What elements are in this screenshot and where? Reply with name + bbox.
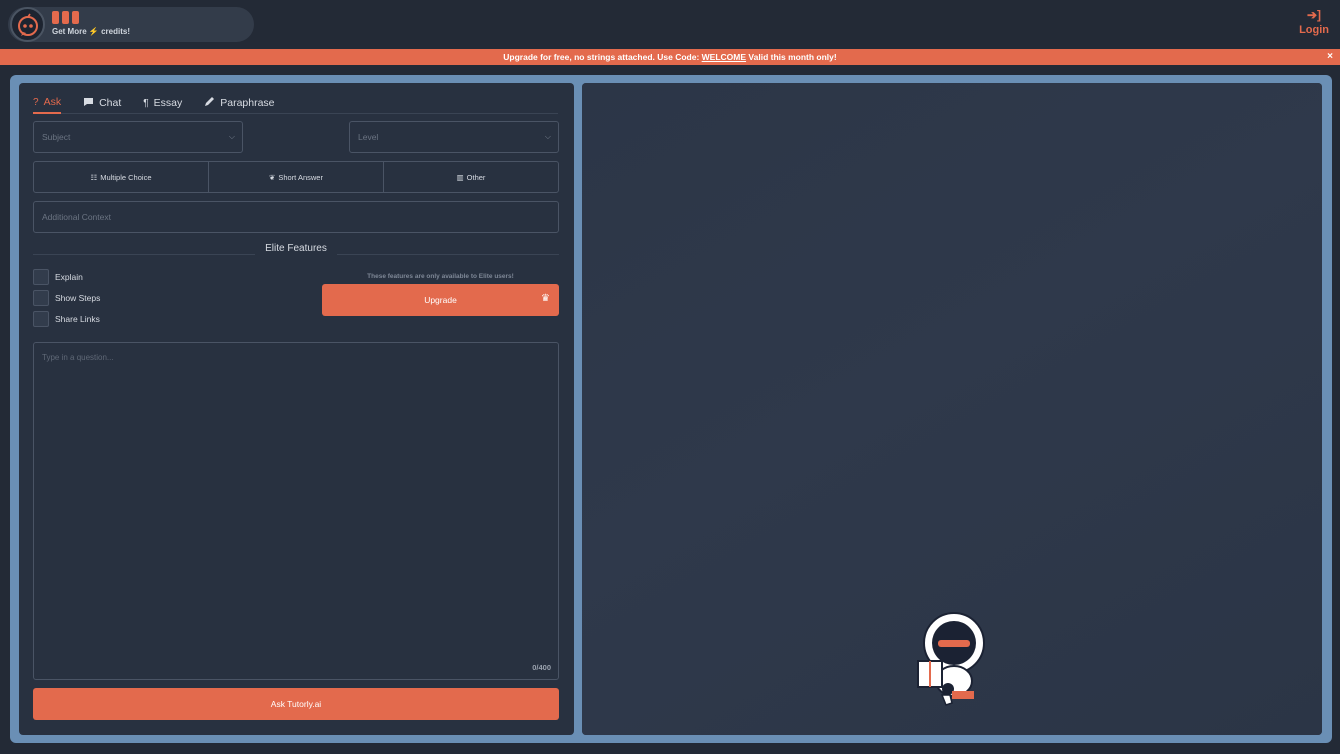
character-count: 0/400 (532, 663, 551, 672)
banner-text-before: Upgrade for free, no strings attached. U… (503, 52, 700, 62)
banner-text-after: Valid this month only! (748, 52, 837, 62)
login-label: Login (1299, 24, 1329, 36)
elite-features-title: Elite Features (265, 243, 327, 254)
books-icon: ▥ (456, 172, 464, 182)
level-placeholder: Level (358, 132, 379, 142)
list-icon: ☷ (90, 172, 98, 182)
additional-context-input[interactable]: Additional Context (33, 201, 559, 233)
tab-paraphrase[interactable]: Paraphrase (204, 92, 275, 114)
tab-essay[interactable]: ¶ Essay (143, 92, 182, 114)
banner-close-icon[interactable]: × (1327, 49, 1333, 65)
question-type-label: Multiple Choice (100, 172, 152, 182)
login-button[interactable]: ➔] Login (1299, 8, 1329, 37)
divider-line (33, 254, 255, 255)
pencil-icon (204, 96, 215, 110)
crown-icon: ♛ (541, 293, 550, 304)
tab-ask[interactable]: ? Ask (33, 92, 62, 114)
context-placeholder: Additional Context (42, 212, 111, 222)
option-label: Explain (55, 271, 83, 282)
short-answer-button[interactable]: ❦ Short Answer (208, 162, 383, 192)
paragraph-icon: ¶ (143, 97, 149, 109)
question-type-label: Other (466, 172, 486, 182)
credit-bar (52, 11, 59, 24)
upgrade-label: Upgrade (424, 295, 457, 305)
question-type-group: ☷ Multiple Choice ❦ Short Answer ▥ Other (33, 161, 559, 193)
question-type-label: Short Answer (278, 172, 323, 182)
chevron-down-icon: ⌵ (544, 132, 551, 141)
other-button[interactable]: ▥ Other (383, 162, 558, 192)
subject-select[interactable]: Subject ⌵ (33, 121, 243, 153)
explain-checkbox[interactable] (33, 268, 49, 285)
credit-bars (52, 11, 79, 24)
chevron-down-icon: ⌵ (228, 132, 235, 141)
mode-tabs: ? Ask Chat ¶ Essay Paraphrase (33, 92, 558, 114)
question-placeholder: Type in a question... (42, 353, 114, 362)
upgrade-button[interactable]: Upgrade ♛ (322, 284, 559, 316)
subject-placeholder: Subject (42, 132, 71, 142)
get-more-suffix: credits! (101, 27, 131, 36)
lightning-icon: ⚡ (88, 27, 99, 36)
ask-button[interactable]: Ask Tutorly.ai (33, 688, 559, 720)
chat-bubble-icon (83, 97, 94, 110)
get-more-credits-link[interactable]: Get More ⚡ credits! (52, 27, 130, 36)
sign-in-icon: ➔] (1307, 8, 1322, 22)
share-links-option[interactable]: Share Links (33, 308, 100, 329)
credit-bar (72, 11, 79, 24)
divider-line (337, 254, 559, 255)
tab-label: Chat (99, 97, 122, 109)
option-label: Share Links (55, 313, 100, 324)
elite-options: Explain Show Steps Share Links (33, 266, 100, 329)
tab-label: Ask (43, 96, 62, 108)
get-more-prefix: Get More (52, 27, 87, 36)
credit-bar (62, 11, 69, 24)
main-frame: ? Ask Chat ¶ Essay Paraphrase Subject ⌵ … (10, 75, 1332, 743)
show-steps-checkbox[interactable] (33, 289, 49, 306)
tab-label: Essay (153, 97, 183, 109)
show-steps-option[interactable]: Show Steps (33, 287, 100, 308)
question-icon: ? (33, 96, 39, 108)
elite-features-divider: Elite Features (33, 241, 559, 257)
tab-label: Paraphrase (220, 97, 275, 109)
elite-note: These features are only available to Eli… (367, 273, 514, 280)
multiple-choice-button[interactable]: ☷ Multiple Choice (34, 162, 208, 192)
reading-robot-illustration (912, 611, 992, 707)
top-header: Get More ⚡ credits! ➔] Login (0, 0, 1340, 49)
ask-panel: ? Ask Chat ¶ Essay Paraphrase Subject ⌵ … (19, 83, 574, 735)
brain-icon: ❦ (269, 172, 276, 182)
explain-option[interactable]: Explain (33, 266, 100, 287)
promo-code[interactable]: WELCOME (702, 52, 746, 62)
tab-chat[interactable]: Chat (83, 92, 121, 114)
option-label: Show Steps (55, 292, 101, 303)
question-textarea[interactable]: Type in a question... 0/400 (33, 342, 559, 680)
credits-pill[interactable]: Get More ⚡ credits! (8, 7, 254, 42)
answer-panel (582, 83, 1322, 735)
tutorly-logo-icon[interactable] (10, 7, 45, 42)
ask-label: Ask Tutorly.ai (270, 699, 322, 709)
share-links-checkbox[interactable] (33, 310, 49, 327)
level-select[interactable]: Level ⌵ (349, 121, 559, 153)
promo-banner: Upgrade for free, no strings attached. U… (0, 49, 1340, 65)
